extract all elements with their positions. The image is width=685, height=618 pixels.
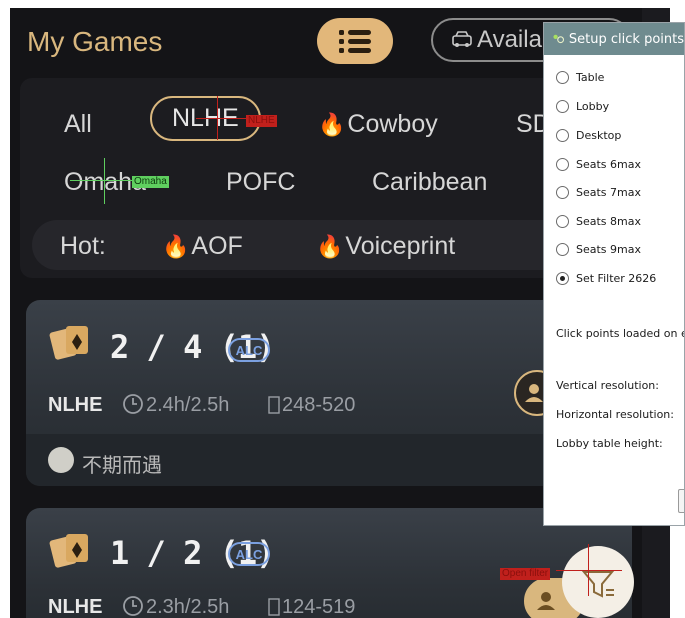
horizontal-resolution-label: Horizontal resolution: (556, 408, 674, 421)
card-game-type: NLHE (48, 394, 103, 416)
radio-label: Seats 9max (576, 243, 641, 256)
omaha-overlay-tag: Omaha (132, 176, 169, 188)
radio-button[interactable] (556, 71, 569, 84)
clock-icon (123, 394, 143, 414)
filter-marker-hline (556, 570, 622, 571)
radio-table[interactable]: Table (556, 71, 604, 84)
hot-item-aof[interactable]: 🔥AOF (162, 232, 243, 261)
avatar (48, 447, 74, 473)
chip-icon (268, 396, 280, 414)
radio-label: Table (576, 71, 605, 84)
hot-voiceprint-label: Voiceprint (345, 232, 456, 260)
radio-label: Lobby (576, 100, 610, 113)
radio-label: Seats 7max (576, 186, 641, 199)
radio-button[interactable] (556, 158, 569, 171)
hot-label: Hot: (60, 232, 106, 260)
radio-button[interactable] (556, 186, 569, 199)
card-range: 124-519 (282, 596, 356, 618)
radio-button[interactable] (556, 215, 569, 228)
hot-item-voiceprint[interactable]: 🔥Voiceprint (316, 232, 455, 261)
app-logo-icon (553, 34, 565, 44)
radio-seats-9max[interactable]: Seats 9max (556, 243, 641, 256)
radio-set-filter[interactable]: Set Filter 2626 (556, 272, 656, 285)
radio-seats-8max[interactable]: Seats 8max (556, 215, 641, 228)
omaha-marker-hline (70, 180, 132, 181)
open-filter-overlay-tag: Open filter (500, 568, 551, 580)
filter-icon (581, 571, 615, 598)
tab-pofc[interactable]: POFC (226, 168, 295, 197)
radio-button-selected[interactable] (556, 272, 569, 285)
radio-label: Seats 8max (576, 215, 641, 228)
radio-button[interactable] (556, 243, 569, 256)
omaha-marker-line (104, 158, 105, 204)
card-footer: 不期而遇 (26, 434, 632, 486)
dialog-title-bar: Setup click points (544, 23, 684, 55)
lobby-height-label: Lobby table height: (556, 437, 663, 450)
radio-lobby[interactable]: Lobby (556, 100, 609, 113)
nlhe-overlay-tag: NLHE (246, 115, 277, 127)
radio-seats-6max[interactable]: Seats 6max (556, 158, 641, 171)
page-title: My Games (27, 26, 163, 57)
vertical-resolution-label: Vertical resolution: (556, 379, 659, 392)
hot-aof-label: AOF (191, 232, 243, 260)
dialog-button[interactable] (678, 489, 684, 513)
cards-icon (49, 534, 88, 568)
tab-cowboy-label: Cowboy (347, 110, 438, 138)
flame-icon: 🔥 (316, 234, 344, 259)
setup-click-points-dialog: Setup click points Table Lobby Desktop S… (543, 22, 685, 526)
card-range: 248-520 (282, 394, 356, 416)
radio-button[interactable] (556, 100, 569, 113)
radio-label: Desktop (576, 129, 622, 142)
info-text: Click points loaded on em (556, 327, 685, 340)
tab-all[interactable]: All (64, 110, 92, 139)
card-time: 2.3h/2.5h (146, 596, 230, 618)
radio-button[interactable] (556, 129, 569, 142)
radio-desktop[interactable]: Desktop (556, 129, 621, 142)
alc-badge: ALC (228, 338, 270, 362)
card-game-type: NLHE (48, 596, 103, 618)
open-filter-button[interactable] (562, 546, 634, 618)
alc-badge: ALC (228, 542, 270, 566)
flame-icon: 🔥 (162, 234, 190, 259)
card-time: 2.4h/2.5h (146, 394, 230, 416)
game-card[interactable]: 1 / 2 (1) ALC NLHE 2.3h/2.5h 124-519 (26, 508, 632, 618)
game-card[interactable]: 2 / 4 (1) ALC NLHE 2.4h/2.5h 248-520 不期而… (26, 300, 632, 486)
car-icon (452, 31, 472, 47)
tab-cowboy[interactable]: 🔥Cowboy (318, 110, 438, 139)
tab-caribbean[interactable]: Caribbean (372, 168, 487, 197)
clock-icon (123, 596, 143, 616)
dialog-title: Setup click points (568, 31, 684, 47)
chip-icon (268, 598, 280, 616)
list-view-button[interactable] (317, 18, 393, 64)
list-icon (339, 30, 371, 53)
flame-icon: 🔥 (318, 112, 346, 137)
radio-label: Seats 6max (576, 158, 641, 171)
radio-label: Set Filter 2626 (576, 272, 657, 285)
radio-seats-7max[interactable]: Seats 7max (556, 186, 641, 199)
cards-icon (49, 326, 88, 360)
player-name: 不期而遇 (82, 455, 162, 477)
